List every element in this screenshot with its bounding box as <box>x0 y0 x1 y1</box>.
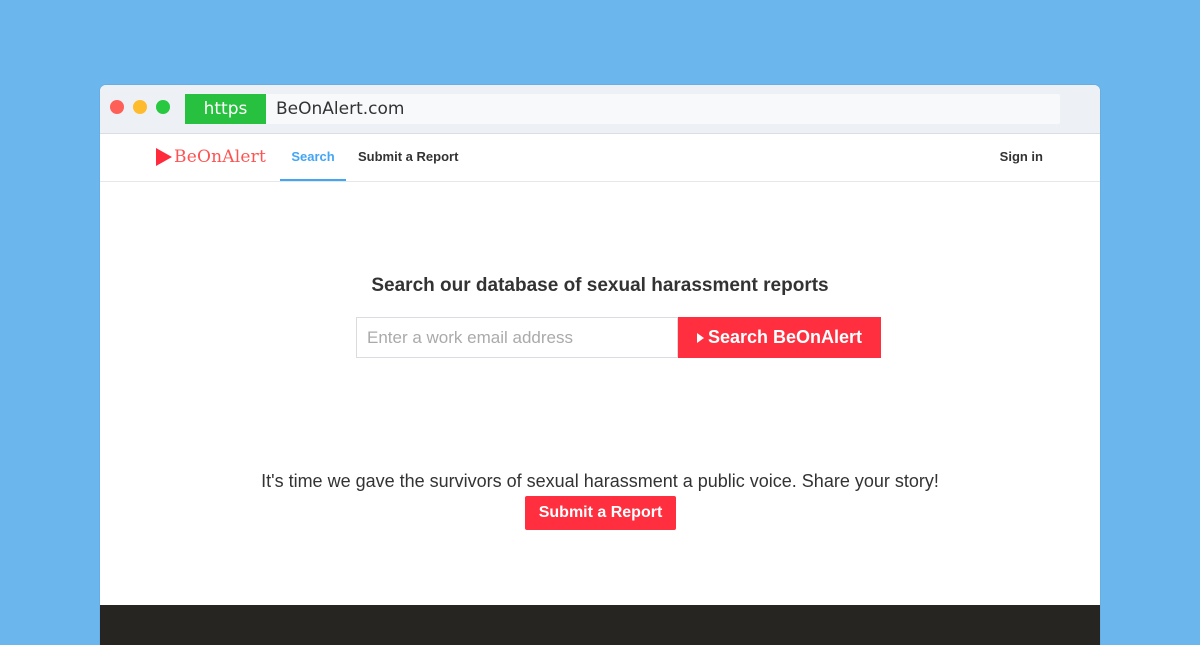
work-email-search-input[interactable]: Enter a work email address <box>356 317 678 358</box>
submit-report-button[interactable]: Submit a Report <box>525 496 676 530</box>
hero-title: Search our database of sexual harassment… <box>371 275 829 296</box>
nav-submit-report-link[interactable]: Submit a Report <box>358 134 458 181</box>
caret-right-icon <box>696 332 704 343</box>
page-footer <box>100 605 1100 645</box>
report-call-to-action-text: It's time we gave the survivors of sexua… <box>261 471 939 491</box>
search-button-label: Search BeOnAlert <box>707 327 863 347</box>
search-beonalert-button[interactable]: Search BeOnAlert <box>678 317 881 358</box>
browser-window: https BeOnAlert.com BeOnAlert Search Sub… <box>100 85 1100 645</box>
close-window-button[interactable] <box>110 100 124 114</box>
sign-in-link[interactable]: Sign in <box>1000 134 1043 181</box>
brand-logo[interactable]: BeOnAlert <box>156 147 266 167</box>
browser-titlebar: https BeOnAlert.com <box>100 85 1100 134</box>
site-navbar: BeOnAlert Search Submit a Report Sign in <box>100 134 1100 182</box>
brand-name: BeOnAlert <box>174 147 266 167</box>
maximize-window-button[interactable] <box>156 100 170 114</box>
url-text[interactable]: BeOnAlert.com <box>276 94 404 124</box>
nav-search-tab[interactable]: Search <box>280 134 346 181</box>
minimize-window-button[interactable] <box>133 100 147 114</box>
https-badge: https <box>185 94 266 124</box>
play-icon <box>156 148 172 166</box>
address-bar[interactable]: https BeOnAlert.com <box>185 94 1060 124</box>
